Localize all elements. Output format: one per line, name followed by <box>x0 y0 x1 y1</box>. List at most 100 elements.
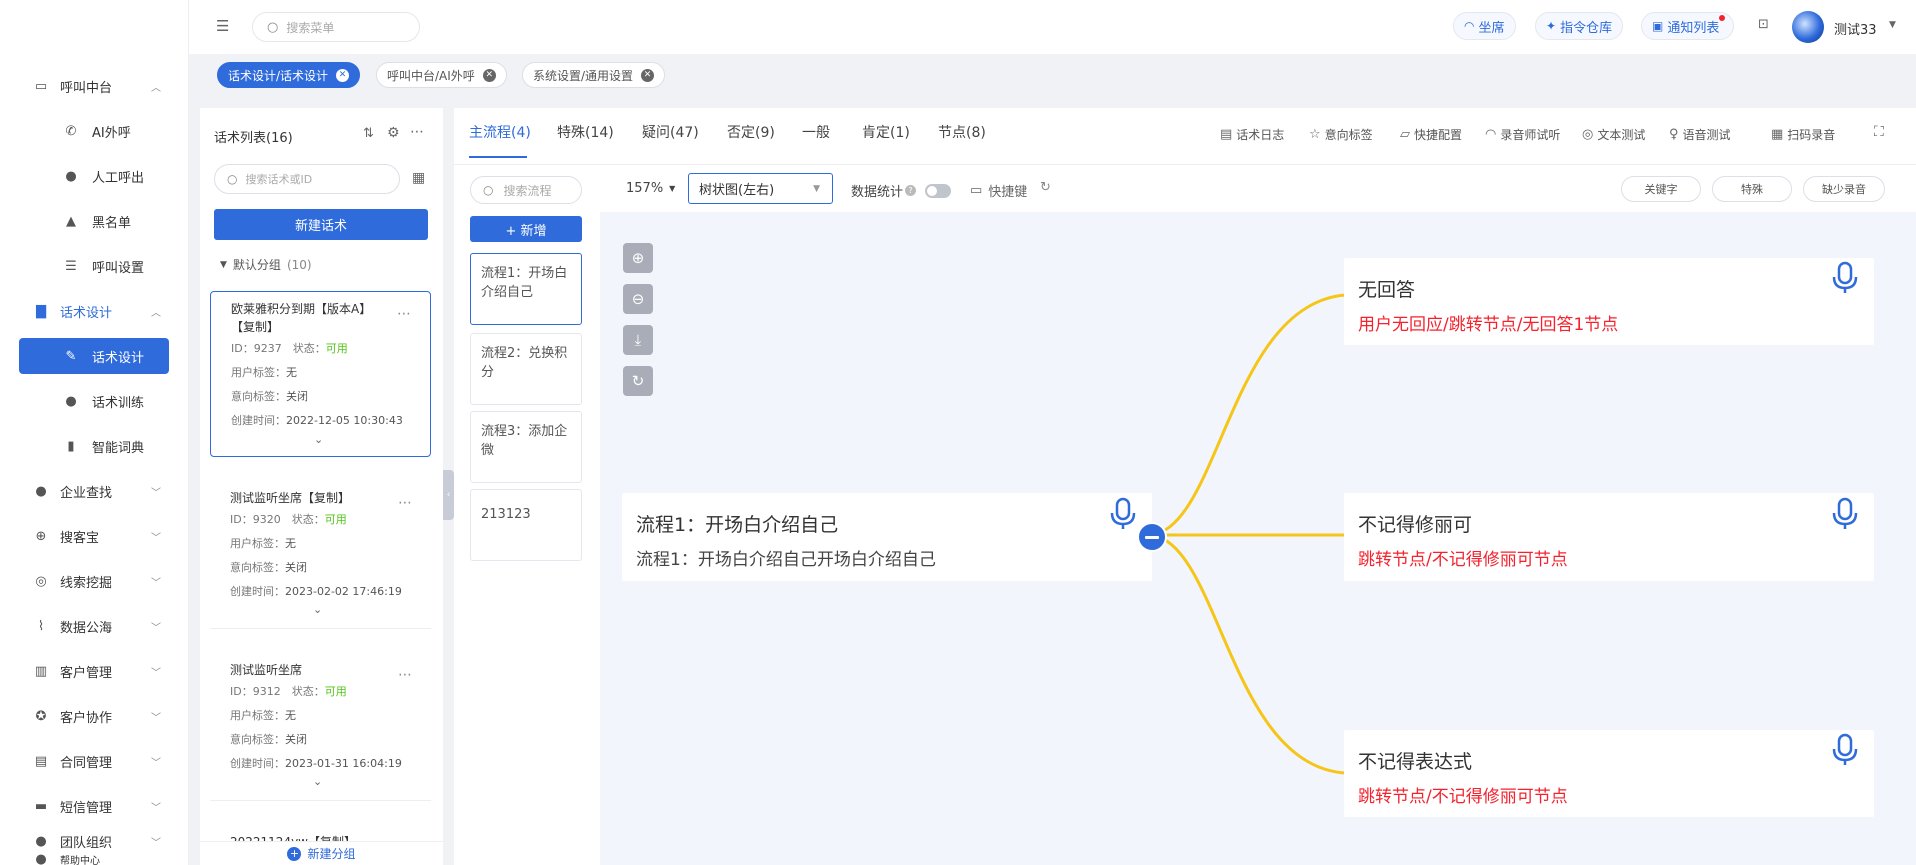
sidebar-item-soukebao[interactable]: ⊕ 搜客宝 ﹀ <box>0 516 188 556</box>
more-icon[interactable]: ⋯ <box>410 124 424 140</box>
special-filter-button[interactable]: 特殊 <box>1712 176 1792 202</box>
sidebar-item-customer-management[interactable]: ▥ 客户管理 ﹀ <box>0 651 188 691</box>
tab-special[interactable]: 特殊(14) <box>557 122 614 142</box>
chart-icon: ⌇ <box>37 618 45 634</box>
group-default[interactable]: ▼ 默认分组 (10) <box>220 256 312 273</box>
close-icon[interactable]: ✕ <box>336 68 350 82</box>
script-search-input[interactable]: ○ 搜索话术或ID <box>214 164 400 194</box>
menu-toggle-icon[interactable]: ☰ <box>216 17 229 35</box>
more-icon[interactable]: ⋯ <box>398 495 413 511</box>
sidebar-item-enterprise-search[interactable]: ● 企业查找 ﹀ <box>0 471 188 511</box>
flow-item[interactable]: 213123 <box>470 489 582 561</box>
sidebar-item-script-design-group[interactable]: ▇ 话术设计 ︿ <box>0 291 188 331</box>
calendar-icon[interactable]: ▦ <box>412 170 425 186</box>
script-card[interactable]: 欧莱雅积分到期【版本A】【复制】 ⋯ ID：9237 状态：可用 用户标签：无 … <box>210 291 431 457</box>
username[interactable]: 测试33 <box>1834 19 1877 38</box>
gear-icon[interactable]: ⚙ <box>387 125 400 141</box>
close-icon[interactable]: ✕ <box>482 68 496 82</box>
menu-search[interactable]: ○ 搜索菜单 <box>252 12 420 42</box>
flow-search-input[interactable]: ○ 搜索流程 <box>470 176 582 204</box>
child-node[interactable]: 无回答 用户无回应/跳转节点/无回答1节点 <box>1344 258 1874 345</box>
sidebar-item-help[interactable]: ● 帮助中心 <box>0 853 188 865</box>
seat-button[interactable]: ◠ 坐席 <box>1453 12 1516 40</box>
add-flow-button[interactable]: + 新增 <box>470 216 582 242</box>
zoom-out-icon[interactable]: ⊖ <box>623 284 653 314</box>
chevron-down-icon[interactable]: ⌄ <box>313 603 322 616</box>
new-group-button[interactable]: + 新建分组 <box>200 841 443 865</box>
data-stats-toggle[interactable] <box>925 184 951 198</box>
new-script-button[interactable]: 新建话术 <box>214 209 428 240</box>
sidebar-item-data-pool[interactable]: ⌇ 数据公海 ﹀ <box>0 606 188 646</box>
flow-item[interactable]: 流程1：开场白介绍自己 <box>470 253 582 325</box>
sidebar-item-manual-call[interactable]: ● 人工呼出 <box>0 156 188 196</box>
tab-ai-outbound[interactable]: 呼叫中台/AI外呼 ✕ <box>376 62 507 88</box>
fullscreen-icon[interactable]: ⛶ <box>1874 124 1884 140</box>
script-card[interactable]: 测试监听坐席 ⋯ ID：9312 状态：可用 用户标签：无 意向标签：关闭 创建… <box>210 653 431 801</box>
zoom-in-icon[interactable]: ⊕ <box>623 243 653 273</box>
intent-tags-button[interactable]: ☆ 意向标签 <box>1309 126 1373 143</box>
text-test-button[interactable]: ◎ 文本测试 <box>1582 126 1645 143</box>
tab-script-design[interactable]: 话术设计/话术设计 ✕ <box>217 62 361 88</box>
flow-item[interactable]: 流程2：兑换积分 <box>470 333 582 405</box>
chevron-down-icon[interactable]: ▼ <box>1889 20 1896 30</box>
monitor-icon: ▭ <box>34 78 48 94</box>
shortcut-button[interactable]: ▭ 快捷键 <box>970 181 1027 200</box>
recorder-preview-button[interactable]: ◠ 录音师试听 <box>1485 126 1560 143</box>
tab-general[interactable]: 一般 <box>802 122 830 142</box>
refresh-icon[interactable]: ↻ <box>1040 180 1051 195</box>
collapse-node-icon[interactable] <box>1137 522 1167 552</box>
root-node[interactable]: 流程1：开场白介绍自己 流程1：开场白介绍自己开场白介绍自己 <box>622 493 1152 581</box>
config-icon: ▱ <box>1400 127 1410 142</box>
command-warehouse-button[interactable]: ✦ 指令仓库 <box>1535 12 1624 40</box>
quick-config-button[interactable]: ▱ 快捷配置 <box>1400 126 1462 143</box>
microphone-icon[interactable] <box>1108 497 1138 531</box>
active-tab-indicator <box>469 156 527 158</box>
scan-record-button[interactable]: ▦ 扫码录音 <box>1771 126 1835 143</box>
reset-icon[interactable]: ↻ <box>623 366 653 396</box>
tab-main-flow[interactable]: 主流程(4) <box>469 122 531 142</box>
close-icon[interactable]: ✕ <box>641 68 655 82</box>
microphone-icon[interactable] <box>1830 733 1860 767</box>
microphone-icon[interactable] <box>1830 497 1860 531</box>
download-icon[interactable]: ⤓ <box>623 325 653 355</box>
child-node[interactable]: 不记得表达式 跳转节点/不记得修丽可节点 <box>1344 730 1874 817</box>
screen-icon[interactable]: ⊡ <box>1758 17 1769 32</box>
tab-negative[interactable]: 否定(9) <box>727 122 775 142</box>
tab-general-settings[interactable]: 系统设置/通用设置 ✕ <box>522 62 666 88</box>
user-icon: ● <box>65 168 77 184</box>
chevron-down-icon[interactable]: ⌄ <box>313 775 322 788</box>
avatar[interactable] <box>1792 11 1824 43</box>
microphone-icon[interactable] <box>1830 261 1860 295</box>
sidebar-item-blacklist[interactable]: ▲ 黑名单 <box>0 201 188 241</box>
sidebar-item-ai-outbound[interactable]: ✆ AI外呼 <box>0 111 188 151</box>
tab-nodes[interactable]: 节点(8) <box>938 122 986 142</box>
layout-select[interactable]: 树状图(左右) ▼ <box>688 173 833 204</box>
sidebar-item-script-training[interactable]: ● 话术训练 <box>0 381 188 421</box>
more-icon[interactable]: ⋯ <box>398 667 413 683</box>
script-card[interactable]: 测试监听坐席【复制】 ⋯ ID：9320 状态：可用 用户标签：无 意向标签：关… <box>210 481 431 629</box>
child-node[interactable]: 不记得修丽可 跳转节点/不记得修丽可节点 <box>1344 493 1874 581</box>
missing-recording-filter-button[interactable]: 缺少录音 <box>1803 176 1885 202</box>
collapse-handle[interactable]: ‹ <box>443 470 454 520</box>
sidebar-item-lead-mining[interactable]: ◎ 线索挖掘 ﹀ <box>0 561 188 601</box>
tab-positive[interactable]: 肯定(1) <box>862 122 910 142</box>
sidebar-item-contract-management[interactable]: ▤ 合同管理 ﹀ <box>0 741 188 781</box>
voice-test-button[interactable]: ♀ 语音测试 <box>1669 126 1731 143</box>
sidebar-item-call-center[interactable]: ▭ 呼叫中台 ︿ <box>0 66 188 106</box>
sidebar-item-script-design[interactable]: ✎ 话术设计 <box>19 338 169 374</box>
keyword-filter-button[interactable]: 关键字 <box>1621 176 1701 202</box>
notice-list-button[interactable]: ▣ 通知列表 <box>1641 12 1735 40</box>
more-icon[interactable]: ⋯ <box>397 306 412 322</box>
tab-question[interactable]: 疑问(47) <box>642 122 699 142</box>
pin-icon: ✦ <box>1546 19 1557 33</box>
chevron-down-icon[interactable]: ⌄ <box>314 433 323 446</box>
flow-item[interactable]: 流程3：添加企微 <box>470 411 582 483</box>
sidebar-item-team[interactable]: ● 团队组织 ﹀ <box>0 831 188 851</box>
sidebar-item-smart-dictionary[interactable]: ▮ 智能词典 <box>0 426 188 466</box>
sidebar-item-customer-collab[interactable]: ✪ 客户协作 ﹀ <box>0 696 188 736</box>
sidebar-item-call-settings[interactable]: ☰ 呼叫设置 <box>0 246 188 286</box>
sidebar-item-sms-management[interactable]: ▬ 短信管理 ﹀ <box>0 786 188 826</box>
zoom-select[interactable]: 157% ▼ <box>626 181 675 196</box>
sort-icon[interactable]: ⇅ <box>363 126 374 141</box>
script-log-button[interactable]: ▤ 话术日志 <box>1220 126 1284 143</box>
